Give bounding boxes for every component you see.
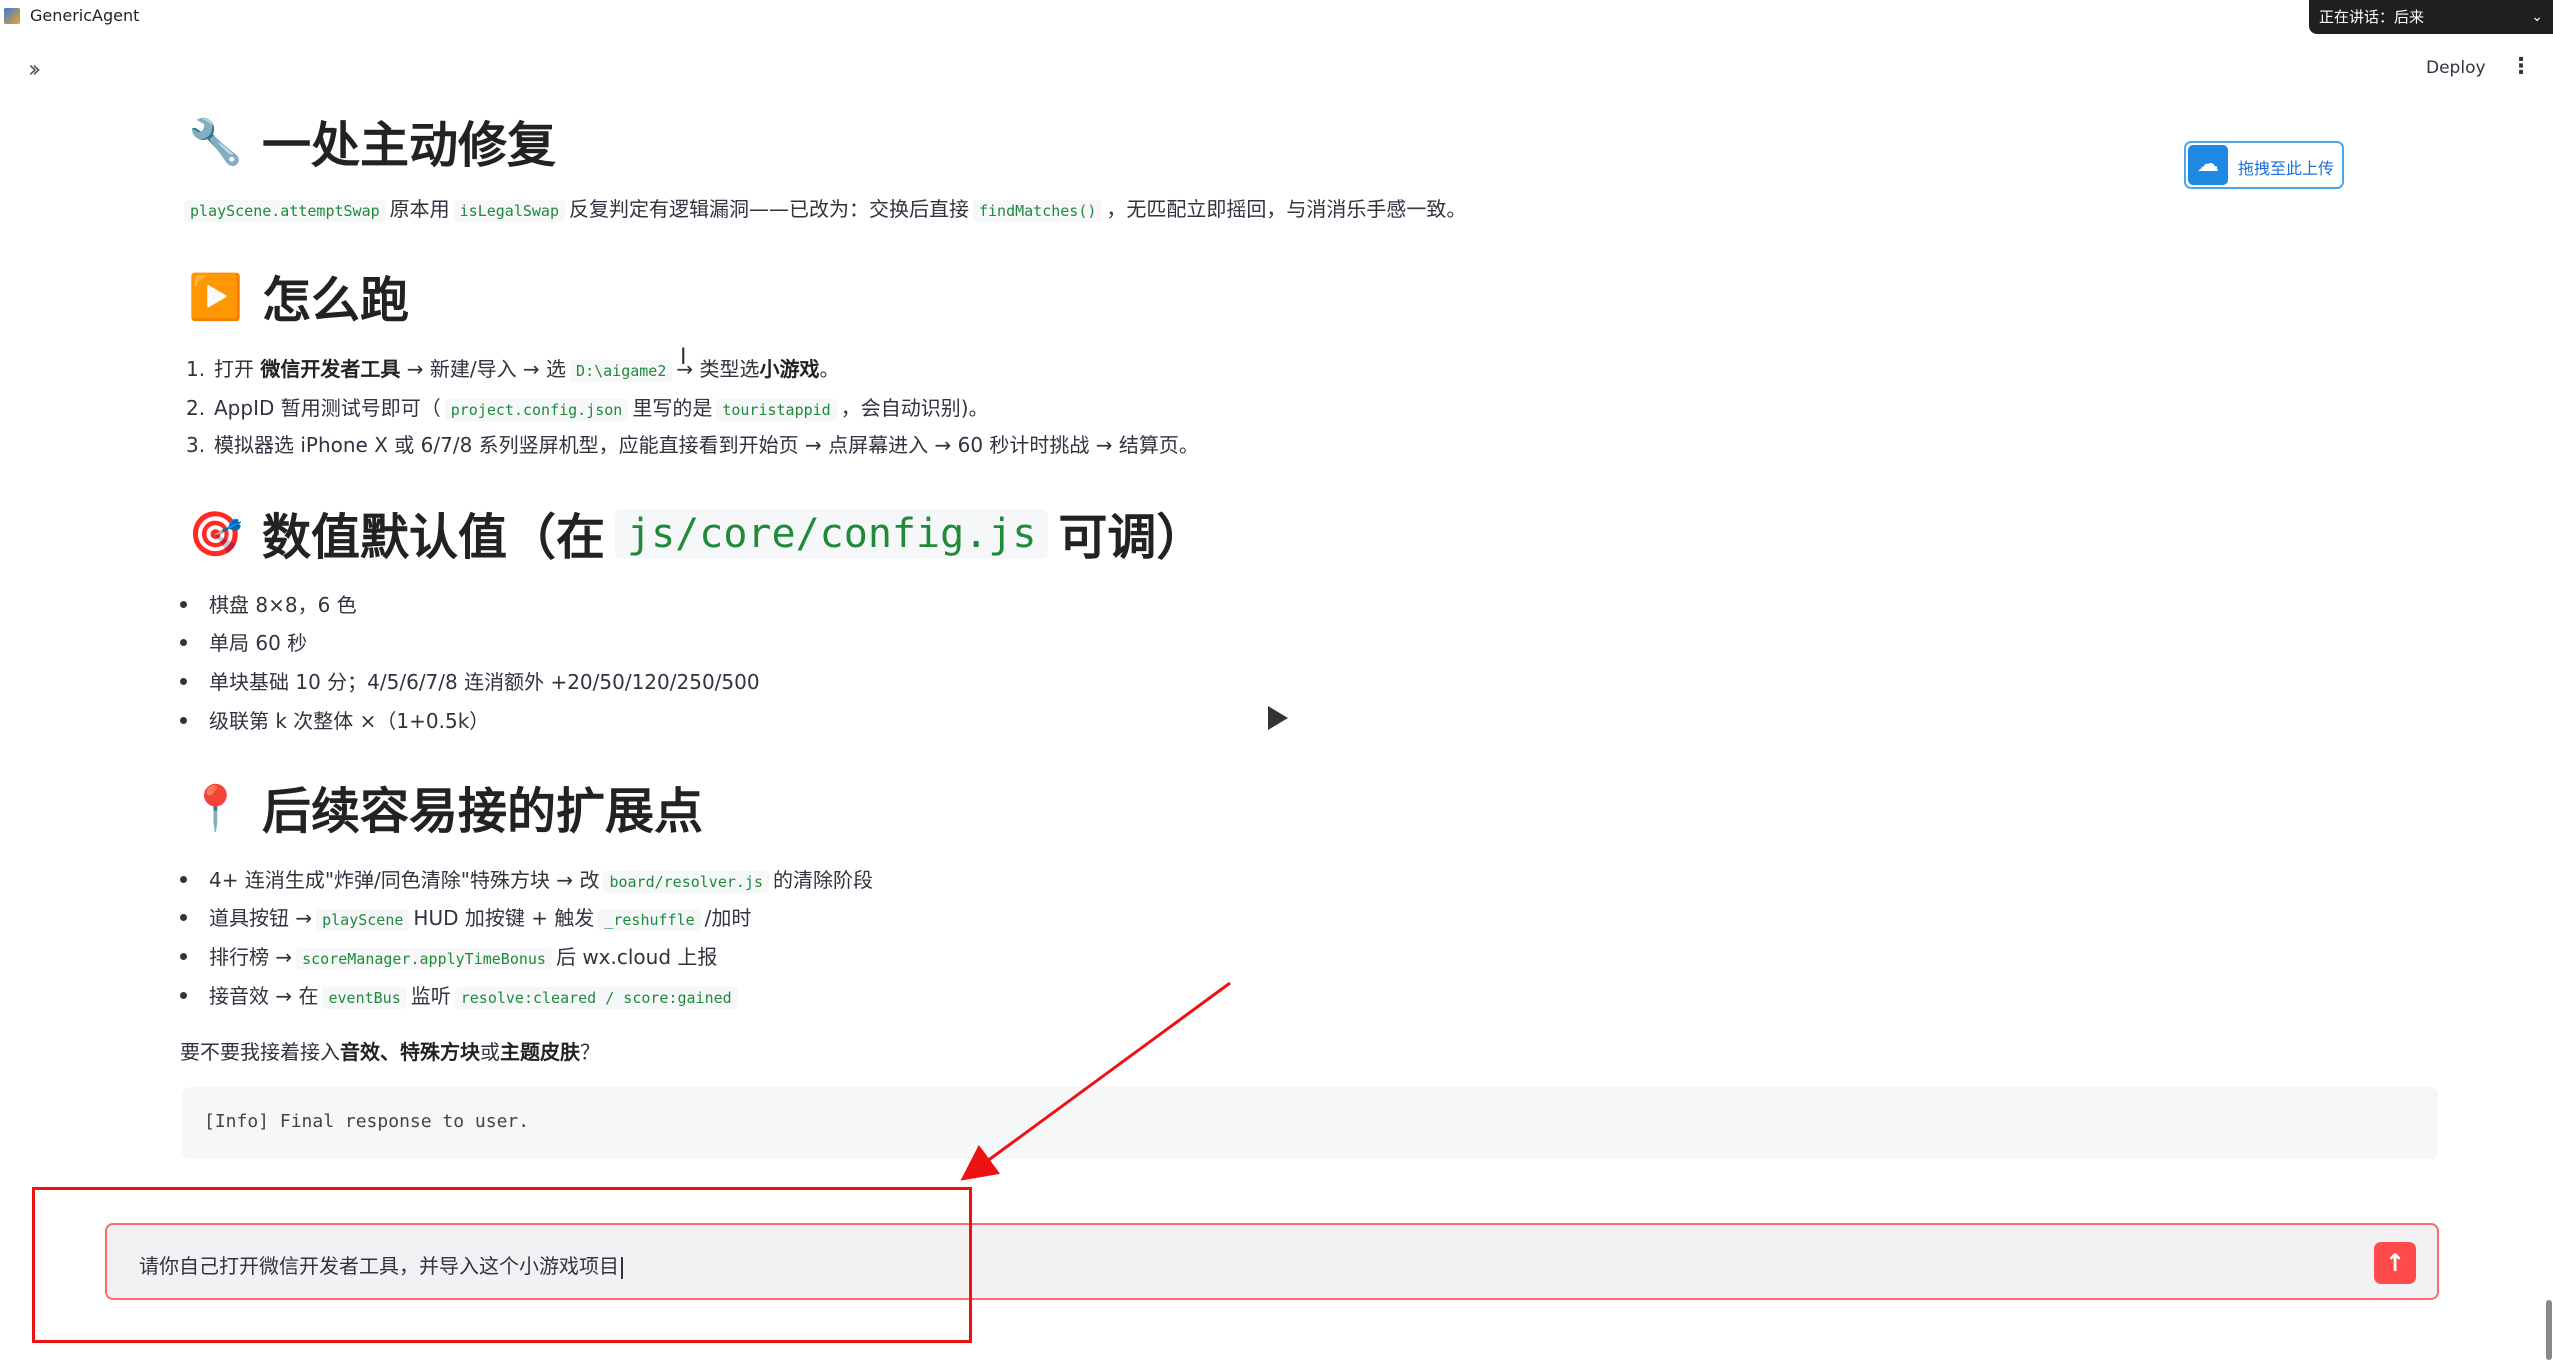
annotation-arrow [960,981,1231,1181]
scrollbar[interactable] [2546,1300,2552,1360]
